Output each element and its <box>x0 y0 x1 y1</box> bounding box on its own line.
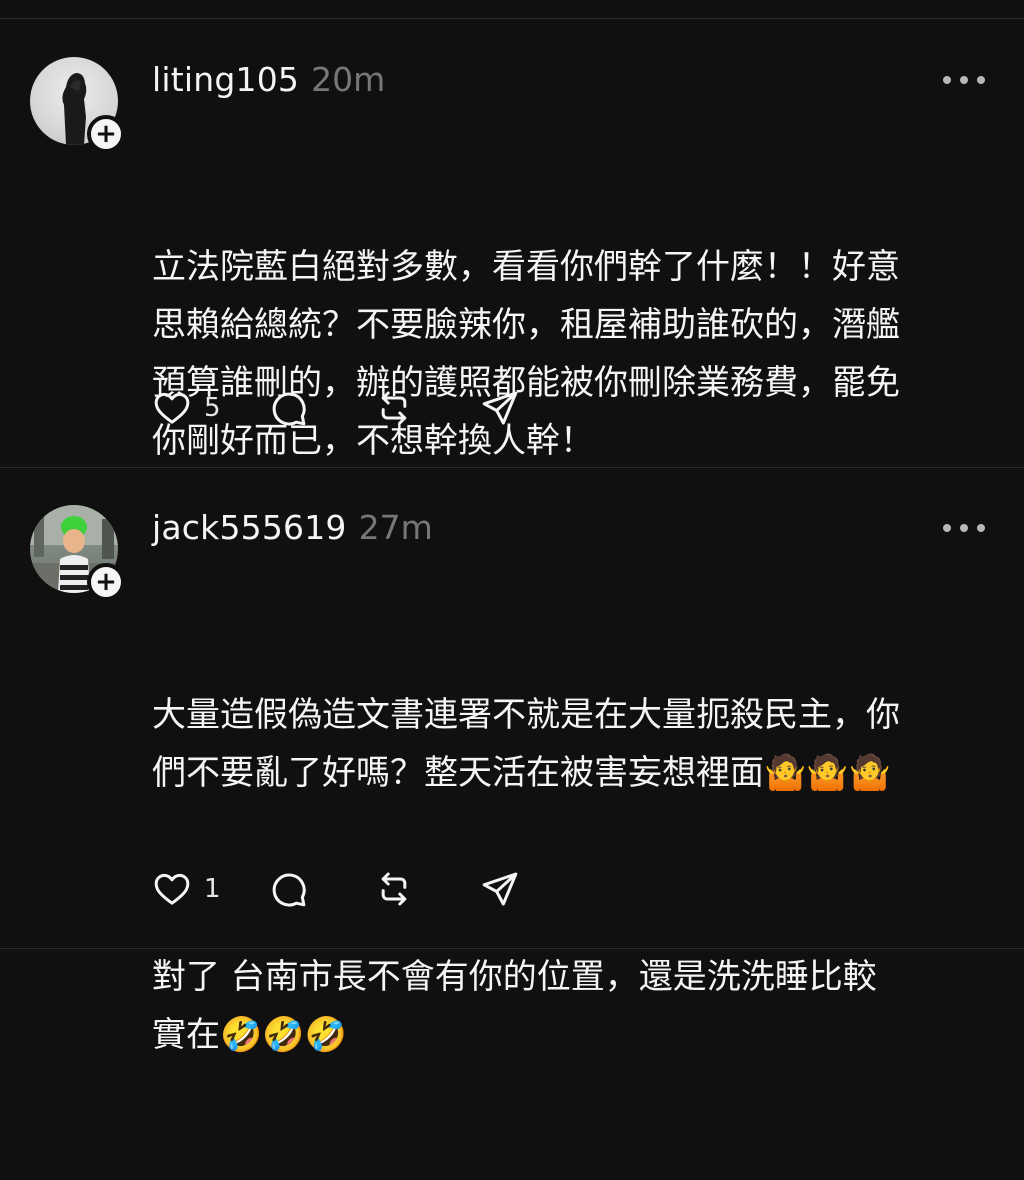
more-dot <box>943 524 951 532</box>
like-button[interactable]: 5 <box>152 388 268 428</box>
more-dot <box>977 524 985 532</box>
more-dot <box>977 76 985 84</box>
heart-icon <box>154 392 190 424</box>
post-header: liting105 20m <box>152 60 385 99</box>
comment-button[interactable] <box>268 869 374 909</box>
more-options-button[interactable] <box>943 74 985 86</box>
heart-icon <box>154 873 190 905</box>
comment-icon <box>272 392 306 426</box>
post-1: + liting105 20m 立法院藍白絕對多數，看看你們幹了什麼！！好意 思… <box>0 0 1024 466</box>
action-bar: 1 <box>152 869 540 909</box>
repost-icon <box>381 872 407 906</box>
timestamp: 27m <box>358 508 433 547</box>
follow-plus-button[interactable]: + <box>87 563 125 601</box>
repost-button[interactable] <box>374 388 480 428</box>
like-count: 1 <box>204 874 221 904</box>
like-button[interactable]: 1 <box>152 869 268 909</box>
comment-icon <box>272 873 306 907</box>
comment-button[interactable] <box>268 388 374 428</box>
username[interactable]: liting105 <box>152 60 299 99</box>
like-count: 5 <box>204 393 221 423</box>
post-header: jack555619 27m <box>152 508 433 547</box>
share-icon <box>482 872 518 906</box>
share-button[interactable] <box>480 388 540 428</box>
share-icon <box>482 391 518 425</box>
post-text: 對了 台南市長不會有你的位置，還是洗洗睡比較 實在🤣🤣🤣 <box>152 957 877 1055</box>
avatar-wrap[interactable]: + <box>30 505 125 601</box>
repost-button[interactable] <box>374 869 480 909</box>
username[interactable]: jack555619 <box>152 508 347 547</box>
post-text: 立法院藍白絕對多數，看看你們幹了什麼！！好意 思賴給總統？不要臉辣你，租屋補助誰… <box>152 247 900 461</box>
more-options-button[interactable] <box>943 522 985 534</box>
repost-icon <box>381 391 407 425</box>
timestamp: 20m <box>311 60 386 99</box>
follow-plus-button[interactable]: + <box>87 115 125 153</box>
action-bar: 5 <box>152 388 540 428</box>
avatar-wrap[interactable]: + <box>30 57 125 153</box>
post-2: + jack555619 27m 大量造假偽造文書連署不就是在大量扼殺民主，你 … <box>0 468 1024 1055</box>
more-dot <box>943 76 951 84</box>
more-dot <box>960 524 968 532</box>
more-dot <box>960 76 968 84</box>
share-button[interactable] <box>480 869 540 909</box>
bottom-divider <box>0 948 1024 949</box>
post-text: 大量造假偽造文書連署不就是在大量扼殺民主，你 們不要亂了好嗎？整天活在被害妄想裡… <box>152 695 900 793</box>
